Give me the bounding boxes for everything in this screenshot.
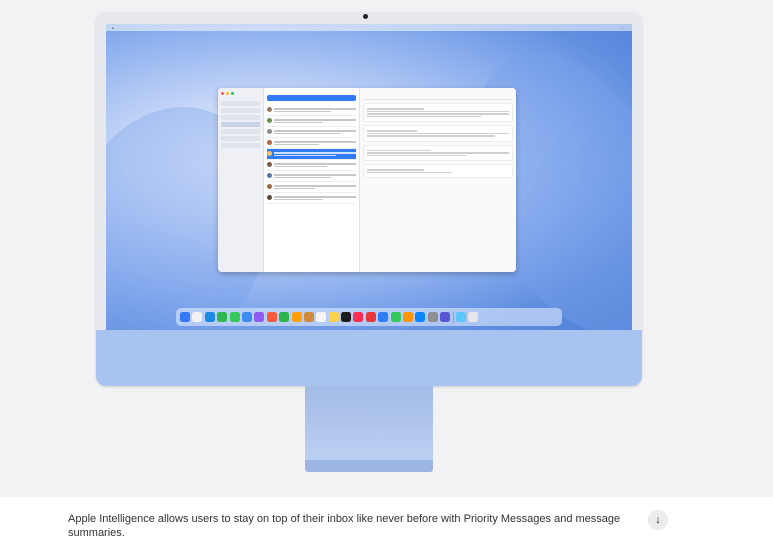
dock-app-icon[interactable] — [440, 312, 451, 322]
mail-sidebar — [218, 88, 264, 272]
sidebar-item — [221, 122, 260, 127]
dock-app-icon[interactable] — [192, 312, 203, 322]
arrow-down-icon: ↓ — [655, 514, 661, 526]
priority-pill — [267, 95, 356, 101]
message-row — [267, 160, 356, 171]
sidebar-item — [221, 101, 260, 106]
scroll-down-button[interactable]: ↓ — [648, 510, 668, 530]
dock-app-icon[interactable] — [241, 312, 252, 322]
dock-app-icon[interactable] — [266, 312, 277, 322]
apple-logo-icon: ● — [112, 25, 114, 30]
message-row — [267, 105, 356, 116]
dock-app-icon[interactable] — [378, 312, 389, 322]
sidebar-item — [221, 143, 260, 148]
sidebar-item — [221, 115, 260, 120]
status-icons: ◦ ◦ ◦ — [621, 25, 626, 30]
reading-pane — [360, 88, 516, 272]
close-dot-icon — [221, 92, 224, 95]
imac-stand-foot — [305, 460, 433, 472]
dock-app-icon[interactable] — [291, 312, 302, 322]
camera-dot — [363, 14, 368, 19]
sidebar-item — [221, 108, 260, 113]
message-card — [363, 164, 513, 178]
dock-app-icon[interactable] — [353, 312, 364, 322]
message-row — [267, 127, 356, 138]
message-card — [363, 144, 513, 161]
dock-app-icon[interactable] — [415, 312, 426, 322]
dock-app-icon[interactable] — [204, 312, 215, 322]
dock-app-icon[interactable] — [390, 312, 401, 322]
dock-app-icon[interactable] — [279, 312, 290, 322]
message-row — [267, 193, 356, 204]
dock-app-icon[interactable] — [427, 312, 438, 322]
sidebar-item — [221, 129, 260, 134]
dock-app-icon[interactable] — [403, 312, 414, 322]
dock-folder-icon[interactable] — [455, 312, 466, 322]
dock-app-icon[interactable] — [254, 312, 265, 322]
hero-stage: ● ◦ ◦ ◦ — [0, 0, 773, 497]
mail-toolbar — [363, 91, 513, 100]
dock-separator — [452, 311, 454, 323]
zoom-dot-icon — [231, 92, 234, 95]
menu-bar: ● ◦ ◦ ◦ — [106, 24, 632, 31]
dock — [176, 308, 562, 326]
dock-app-icon[interactable] — [328, 312, 339, 322]
message-row-selected — [267, 149, 356, 160]
message-list — [264, 88, 360, 272]
minimize-dot-icon — [226, 92, 229, 95]
dock-app-icon[interactable] — [303, 312, 314, 322]
imac-device: ● ◦ ◦ ◦ — [96, 12, 642, 386]
dock-folder-icon[interactable] — [468, 312, 479, 322]
mail-window — [218, 88, 516, 272]
message-card — [363, 103, 513, 122]
message-row — [267, 116, 356, 127]
dock-app-icon[interactable] — [217, 312, 228, 322]
message-row — [267, 138, 356, 149]
message-card — [363, 125, 513, 142]
dock-app-icon[interactable] — [180, 312, 190, 322]
imac-chin — [96, 330, 642, 386]
sidebar-item — [221, 136, 260, 141]
dock-app-icon[interactable] — [229, 312, 240, 322]
message-row — [267, 171, 356, 182]
message-row — [267, 182, 356, 193]
imac-screen: ● ◦ ◦ ◦ — [106, 24, 632, 330]
window-controls — [221, 92, 260, 95]
dock-app-icon[interactable] — [316, 312, 327, 322]
dock-app-icon[interactable] — [365, 312, 376, 322]
imac-stand — [305, 386, 433, 460]
caption-text: Apple Intelligence allows users to stay … — [68, 513, 621, 539]
dock-app-icon[interactable] — [341, 312, 352, 322]
